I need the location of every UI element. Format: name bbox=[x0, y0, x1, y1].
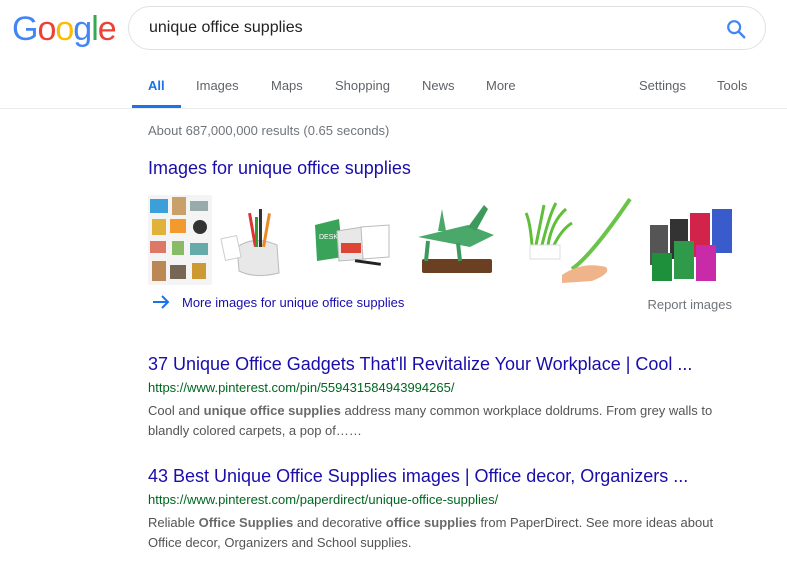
thumb-desk-mate-flip-calendar[interactable]: DESK bbox=[305, 195, 395, 285]
search-result: 37 Unique Office Gadgets That'll Revital… bbox=[148, 354, 748, 441]
search-tabs: All Images Maps Shopping News More Setti… bbox=[0, 76, 787, 109]
thumb-trash-bin-organizers[interactable] bbox=[646, 195, 741, 285]
result-url[interactable]: https://www.pinterest.com/pin/5594315849… bbox=[148, 380, 748, 395]
logo-letter: e bbox=[97, 10, 117, 48]
more-images-link[interactable]: More images for unique office supplies bbox=[152, 294, 404, 310]
result-snippet: Reliable Office Supplies and decorative … bbox=[148, 513, 748, 553]
thumb-hand-pen-holder[interactable] bbox=[215, 195, 302, 285]
images-heading-link[interactable]: Images for unique office supplies bbox=[148, 158, 411, 179]
logo-letter: o bbox=[55, 10, 74, 48]
snippet-highlight: unique office supplies bbox=[203, 403, 341, 418]
logo-letter: G bbox=[12, 10, 38, 48]
thumb-grass-pen-holder[interactable] bbox=[522, 195, 643, 285]
svg-text:DESK: DESK bbox=[319, 234, 338, 241]
tab-maps[interactable]: Maps bbox=[271, 78, 303, 93]
google-logo[interactable]: Google bbox=[12, 10, 117, 49]
more-images-label: More images for unique office supplies bbox=[182, 294, 405, 310]
snippet-text: Cool and bbox=[148, 403, 204, 418]
search-box[interactable]: unique office supplies bbox=[128, 6, 766, 50]
report-images-link[interactable]: Report images bbox=[647, 297, 732, 312]
thumb-office-supplies-collage[interactable] bbox=[148, 195, 212, 285]
result-title-link[interactable]: 43 Best Unique Office Supplies images | … bbox=[148, 466, 748, 487]
logo-letter: o bbox=[37, 10, 56, 48]
tab-tools[interactable]: Tools bbox=[717, 78, 747, 93]
result-snippet: Cool and unique office supplies address … bbox=[148, 401, 748, 441]
tab-settings[interactable]: Settings bbox=[639, 78, 686, 93]
search-input[interactable]: unique office supplies bbox=[149, 19, 303, 37]
arrow-right-icon bbox=[153, 295, 170, 309]
tab-news[interactable]: News bbox=[422, 78, 455, 93]
tab-all[interactable]: All bbox=[132, 78, 180, 108]
result-stats: About 687,000,000 results (0.65 seconds) bbox=[148, 123, 390, 138]
search-result: 43 Best Unique Office Supplies images | … bbox=[148, 466, 748, 553]
logo-letter: g bbox=[73, 10, 92, 48]
snippet-highlight: Office Supplies bbox=[198, 515, 294, 530]
thumb-grasshopper-stapler[interactable] bbox=[398, 195, 519, 285]
tab-shopping[interactable]: Shopping bbox=[335, 78, 390, 93]
tab-more[interactable]: More bbox=[486, 78, 516, 93]
snippet-text: Reliable bbox=[148, 515, 199, 530]
result-title-link[interactable]: 37 Unique Office Gadgets That'll Revital… bbox=[148, 354, 748, 375]
tab-images[interactable]: Images bbox=[196, 78, 239, 93]
image-thumbnails: DESK bbox=[148, 195, 741, 285]
result-url[interactable]: https://www.pinterest.com/paperdirect/un… bbox=[148, 492, 748, 507]
search-icon[interactable] bbox=[725, 18, 747, 40]
snippet-text: and decorative bbox=[293, 515, 386, 530]
snippet-highlight: office supplies bbox=[385, 515, 477, 530]
